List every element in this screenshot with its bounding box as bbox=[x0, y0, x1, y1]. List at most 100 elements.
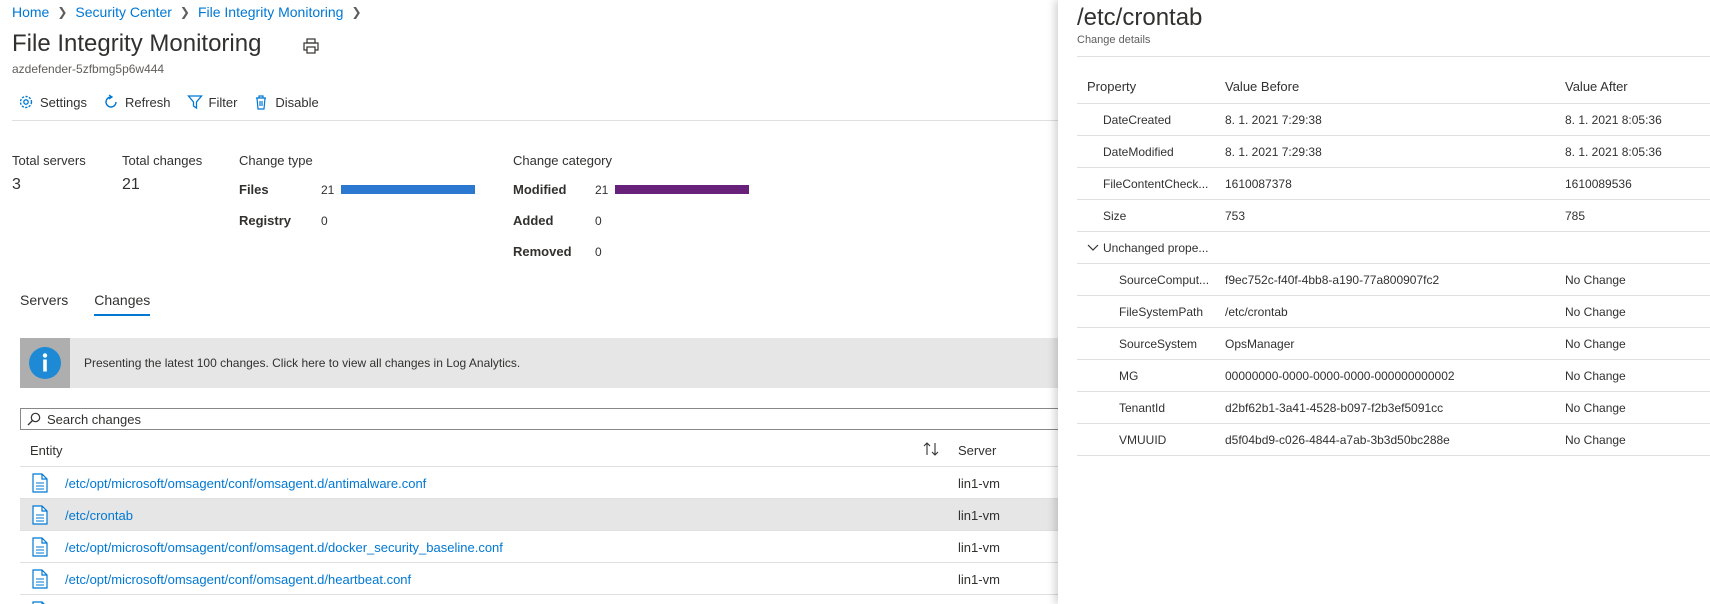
properties-table-header: Property Value Before Value After bbox=[1077, 70, 1710, 104]
table-row[interactable]: /etc/crontab lin1-vm bbox=[20, 499, 1060, 531]
search-input[interactable] bbox=[47, 411, 947, 427]
server-cell: lin1-vm bbox=[958, 540, 1000, 555]
total-servers-value: 3 bbox=[12, 176, 21, 193]
column-header-property: Property bbox=[1087, 79, 1137, 94]
column-header-server[interactable]: Server bbox=[958, 443, 996, 458]
property-name: Size bbox=[1103, 209, 1127, 223]
file-icon bbox=[32, 505, 48, 528]
file-icon bbox=[32, 473, 48, 496]
change-details-blade: /etc/crontab Change details Property Val… bbox=[1058, 0, 1710, 604]
property-name: FileContentCheck... bbox=[1103, 177, 1209, 191]
property-name: FileSystemPath bbox=[1119, 305, 1204, 319]
changed-property-row: FileContentCheck... 1610087378 161008953… bbox=[1077, 168, 1710, 200]
value-after: No Change bbox=[1565, 401, 1626, 415]
change-type-name: Files bbox=[239, 182, 269, 197]
total-changes-value: 21 bbox=[122, 176, 140, 193]
value-after: No Change bbox=[1565, 273, 1626, 287]
change-type-count: 21 bbox=[321, 182, 335, 197]
grid-header: Entity Server bbox=[20, 435, 1060, 467]
unchanged-property-row: FileSystemPath /etc/crontab No Change bbox=[1077, 296, 1710, 328]
unchanged-properties-group[interactable]: Unchanged prope... bbox=[1077, 232, 1710, 264]
value-after: No Change bbox=[1565, 305, 1626, 319]
blade-title: /etc/crontab bbox=[1077, 4, 1203, 31]
change-type-count: 0 bbox=[321, 213, 328, 228]
search-icon bbox=[27, 412, 41, 426]
tab-changes[interactable]: Changes bbox=[94, 292, 151, 316]
property-name: SourceSystem bbox=[1119, 337, 1198, 351]
table-row[interactable]: /etc/opt/microsoft/omsagent/conf/omsagen… bbox=[20, 563, 1060, 595]
info-icon-box bbox=[20, 338, 70, 388]
info-banner[interactable]: Presenting the latest 100 changes. Click… bbox=[20, 338, 1060, 388]
filter-label: Filter bbox=[208, 94, 238, 110]
value-before: 00000000-0000-0000-0000-000000000002 bbox=[1225, 369, 1455, 383]
file-icon bbox=[32, 537, 48, 560]
table-row[interactable]: /etc/opt/microsoft/omsagent/conf/omsagen… bbox=[20, 531, 1060, 563]
change-category-added-row[interactable]: Added 0 bbox=[513, 213, 615, 228]
change-category-title: Change category bbox=[513, 153, 613, 168]
refresh-icon bbox=[105, 94, 117, 108]
blade-divider bbox=[1077, 56, 1710, 57]
change-category-removed-row[interactable]: Removed 0 bbox=[513, 244, 615, 259]
value-after: No Change bbox=[1565, 369, 1626, 383]
change-category-name: Modified bbox=[513, 182, 567, 197]
tab-bar: Servers Changes bbox=[20, 292, 176, 316]
value-after: No Change bbox=[1565, 433, 1626, 447]
change-category-count: 21 bbox=[595, 182, 609, 197]
settings-label: Settings bbox=[40, 94, 87, 110]
unchanged-property-row: MG 00000000-0000-0000-0000-000000000002 … bbox=[1077, 360, 1710, 392]
total-changes-label: Total changes bbox=[122, 153, 203, 168]
settings-button[interactable]: Settings bbox=[18, 94, 87, 110]
value-before: d2bf62b1-3a41-4528-b097-f2b3ef5091cc bbox=[1225, 401, 1444, 415]
breadcrumb-file-integrity-monitoring[interactable]: File Integrity Monitoring bbox=[198, 4, 344, 20]
change-type-files-row[interactable]: Files 21 bbox=[239, 182, 475, 197]
main-content: Home ❯ Security Center ❯ File Integrity … bbox=[0, 0, 1060, 604]
unchanged-property-row: SourceComput... f9ec752c-f40f-4bb8-a190-… bbox=[1077, 264, 1710, 296]
group-label: Unchanged prope... bbox=[1103, 241, 1209, 255]
refresh-button[interactable]: Refresh bbox=[103, 94, 171, 110]
server-cell: lin1-vm bbox=[958, 508, 1000, 523]
chevron-down-icon[interactable] bbox=[1087, 242, 1099, 256]
disable-button[interactable]: Disable bbox=[253, 94, 319, 110]
breadcrumb-home[interactable]: Home bbox=[12, 4, 49, 20]
blade-subtitle: Change details bbox=[1077, 34, 1151, 46]
value-after: 8. 1. 2021 8:05:36 bbox=[1565, 145, 1662, 159]
changed-property-row: DateModified 8. 1. 2021 7:29:38 8. 1. 20… bbox=[1077, 136, 1710, 168]
breadcrumb-security-center[interactable]: Security Center bbox=[75, 4, 171, 20]
column-header-entity[interactable]: Entity bbox=[30, 443, 63, 458]
tab-servers[interactable]: Servers bbox=[20, 292, 68, 316]
value-before: /etc/crontab bbox=[1225, 305, 1288, 319]
change-type-bar bbox=[341, 185, 475, 194]
changed-property-row: DateCreated 8. 1. 2021 7:29:38 8. 1. 202… bbox=[1077, 104, 1710, 136]
search-box bbox=[20, 408, 1060, 430]
sort-icon[interactable] bbox=[922, 441, 940, 460]
total-servers-label: Total servers bbox=[12, 153, 86, 168]
property-name: TenantId bbox=[1119, 401, 1166, 415]
trash-icon bbox=[256, 95, 267, 110]
toolbar: Settings Refresh Filter Disable bbox=[18, 94, 335, 110]
table-row[interactable]: /etc/opt/microsoft/omsagent/conf/omsagen… bbox=[20, 467, 1060, 499]
filter-button[interactable]: Filter bbox=[186, 94, 238, 110]
column-header-value-before: Value Before bbox=[1225, 79, 1300, 94]
change-type-registry-row[interactable]: Registry 0 bbox=[239, 213, 341, 228]
property-name: DateCreated bbox=[1103, 113, 1172, 127]
change-category-bar bbox=[615, 185, 749, 194]
print-icon[interactable] bbox=[302, 37, 320, 55]
entity-link[interactable]: /etc/opt/microsoft/omsagent/conf/omsagen… bbox=[65, 476, 426, 491]
entity-link[interactable]: /etc/opt/microsoft/omsagent/conf/omsagen… bbox=[65, 540, 503, 555]
chevron-right-icon: ❯ bbox=[351, 5, 362, 19]
change-category-modified-row[interactable]: Modified 21 bbox=[513, 182, 749, 197]
page-title: File Integrity Monitoring bbox=[12, 30, 262, 57]
entity-link[interactable]: /etc/crontab bbox=[65, 508, 133, 523]
value-after: 1610089536 bbox=[1565, 177, 1632, 191]
total-changes-stat: Total changes 21 bbox=[122, 153, 202, 194]
property-name: VMUUID bbox=[1119, 433, 1167, 447]
column-header-value-after: Value After bbox=[1565, 79, 1628, 94]
property-name: MG bbox=[1119, 369, 1139, 383]
value-before: d5f04bd9-c026-4844-a7ab-3b3d50bc288e bbox=[1225, 433, 1450, 447]
unchanged-property-row: SourceSystem OpsManager No Change bbox=[1077, 328, 1710, 360]
chevron-right-icon: ❯ bbox=[57, 5, 68, 19]
table-row-partial[interactable] bbox=[20, 595, 1060, 604]
entity-link[interactable]: /etc/opt/microsoft/omsagent/conf/omsagen… bbox=[65, 572, 411, 587]
change-category-name: Added bbox=[513, 213, 554, 228]
total-servers-stat: Total servers 3 bbox=[12, 153, 86, 194]
